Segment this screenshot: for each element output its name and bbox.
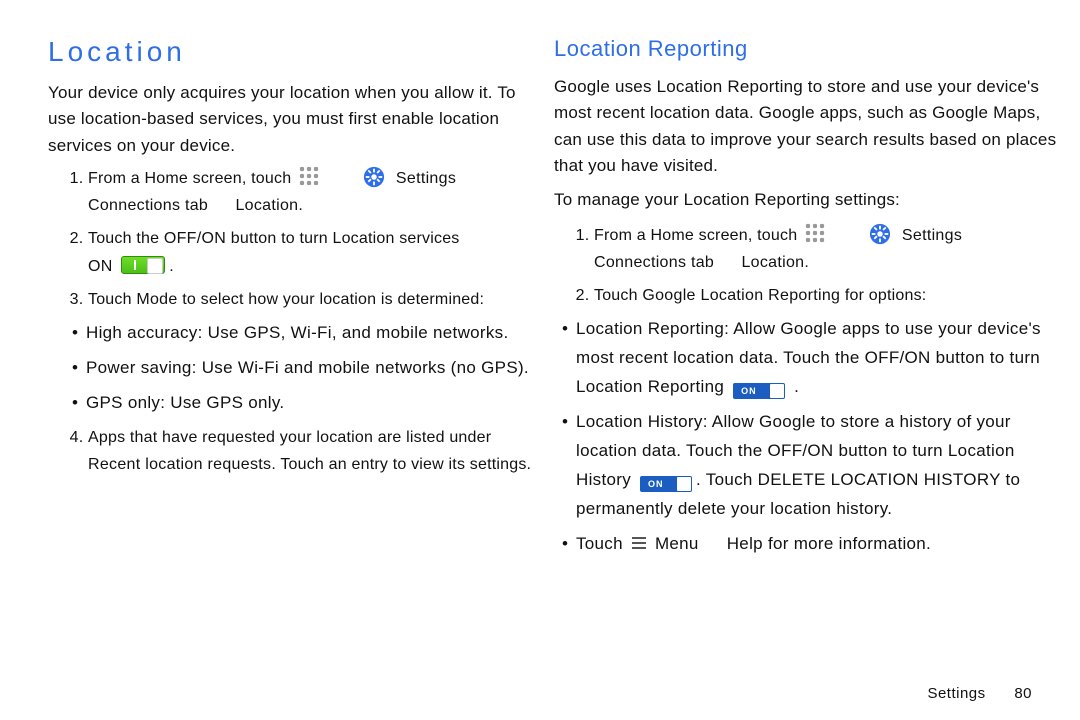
off-on-label: OFF/ON xyxy=(164,230,226,247)
mode-label: Mode xyxy=(136,291,177,308)
bullet-text: Touch xyxy=(576,534,623,553)
delete-history-label: DELETE LOCATION HISTORY xyxy=(758,470,1001,489)
heading-location-reporting: Location Reporting xyxy=(554,36,1064,62)
step-3-left: Touch Mode to select how your location i… xyxy=(88,286,538,313)
step-text: Touch xyxy=(88,291,132,308)
lead-right: To manage your Location Reporting settin… xyxy=(554,187,1064,213)
glr-bullets: Location Reporting: Allow Google apps to… xyxy=(554,315,1064,558)
toggle-on-icon xyxy=(121,256,165,274)
intro-left: Your device only acquires your location … xyxy=(48,80,538,159)
step-text: to select how your location is determine… xyxy=(182,291,484,308)
gear-icon xyxy=(869,223,891,245)
mode-bullets: High accuracy: Use GPS, Wi-Fi, and mobil… xyxy=(48,319,538,418)
step-text: Touch xyxy=(594,287,638,304)
apps-grid-icon xyxy=(804,222,826,244)
step-text: . Touch an entry to view its settings. xyxy=(271,456,531,473)
bullet-text: : Use GPS only. xyxy=(160,393,284,412)
settings-label: Settings xyxy=(902,227,962,244)
bullet-power-saving: Power saving: Use Wi-Fi and mobile netwo… xyxy=(72,354,538,383)
heading-location: Location xyxy=(48,36,538,68)
bullet-label: Location History xyxy=(576,412,703,431)
manual-page: Location Your device only acquires your … xyxy=(0,0,1080,720)
connections-label: Connections tab xyxy=(594,254,714,271)
help-label: Help xyxy=(727,534,763,553)
footer-page-number: 80 xyxy=(1014,685,1032,702)
bullet-label: Location Reporting xyxy=(576,319,724,338)
settings-label: Settings xyxy=(396,170,456,187)
bullet-label: Power saving xyxy=(86,358,192,377)
glr-label: Google Location Reporting xyxy=(642,287,840,304)
bullet-text: for more information. xyxy=(768,534,931,553)
steps-left: From a Home screen, touch Settings Conne… xyxy=(48,165,538,313)
steps-right: From a Home screen, touch Settings Conne… xyxy=(554,222,1064,310)
bullet-text: : Use Wi-Fi and mobile networks (no GPS)… xyxy=(192,358,529,377)
apps-grid-icon xyxy=(298,165,320,187)
bullet-text: : Use GPS, Wi-Fi, and mobile networks. xyxy=(198,323,509,342)
step-text: for options: xyxy=(845,287,927,304)
menu-label: Menu xyxy=(655,534,699,553)
menu-icon xyxy=(632,537,646,549)
right-column: Location Reporting Google uses Location … xyxy=(554,36,1080,702)
intro-right: Google uses Location Reporting to store … xyxy=(554,74,1064,179)
bullet-location-history: Location History: Allow Google to store … xyxy=(562,408,1064,524)
left-column: Location Your device only acquires your … xyxy=(48,36,554,702)
gear-icon xyxy=(363,166,385,188)
step-4-left: Apps that have requested your location a… xyxy=(88,424,538,478)
on-label: ON xyxy=(88,258,113,275)
connections-label: Connections tab xyxy=(88,197,208,214)
footer-section: Settings xyxy=(927,685,985,702)
location-label: Location. xyxy=(741,254,809,271)
step-text: From a Home screen, touch xyxy=(594,227,797,244)
bullet-label: High accuracy xyxy=(86,323,198,342)
bullet-gps-only: GPS only: Use GPS only. xyxy=(72,389,538,418)
bullet-text: . Touch xyxy=(696,470,753,489)
step-1-right: From a Home screen, touch Settings Conne… xyxy=(594,222,1064,276)
step-text: From a Home screen, touch xyxy=(88,170,291,187)
step-text: button to turn Location services xyxy=(231,230,460,247)
bullet-menu-help: Touch Menu Help for more information. xyxy=(562,530,1064,559)
recent-requests-label: Recent location requests xyxy=(88,456,271,473)
bullet-location-reporting: Location Reporting: Allow Google apps to… xyxy=(562,315,1064,402)
toggle-on-blue-icon: ON xyxy=(640,476,692,492)
bullet-text: . xyxy=(794,377,799,396)
steps-left-cont: Apps that have requested your location a… xyxy=(48,424,538,478)
step-1-left: From a Home screen, touch Settings Conne… xyxy=(88,165,538,219)
step-2-left: Touch the OFF/ON button to turn Location… xyxy=(88,225,538,279)
step-text: Apps that have requested your location a… xyxy=(88,429,491,446)
bullet-label: GPS only xyxy=(86,393,160,412)
step-2-right: Touch Google Location Reporting for opti… xyxy=(594,282,1064,309)
bullet-high-accuracy: High accuracy: Use GPS, Wi-Fi, and mobil… xyxy=(72,319,538,348)
page-footer: Settings 80 xyxy=(927,685,1032,702)
toggle-on-blue-icon: ON xyxy=(733,383,785,399)
step-text: Touch the xyxy=(88,230,159,247)
location-label: Location. xyxy=(235,197,303,214)
